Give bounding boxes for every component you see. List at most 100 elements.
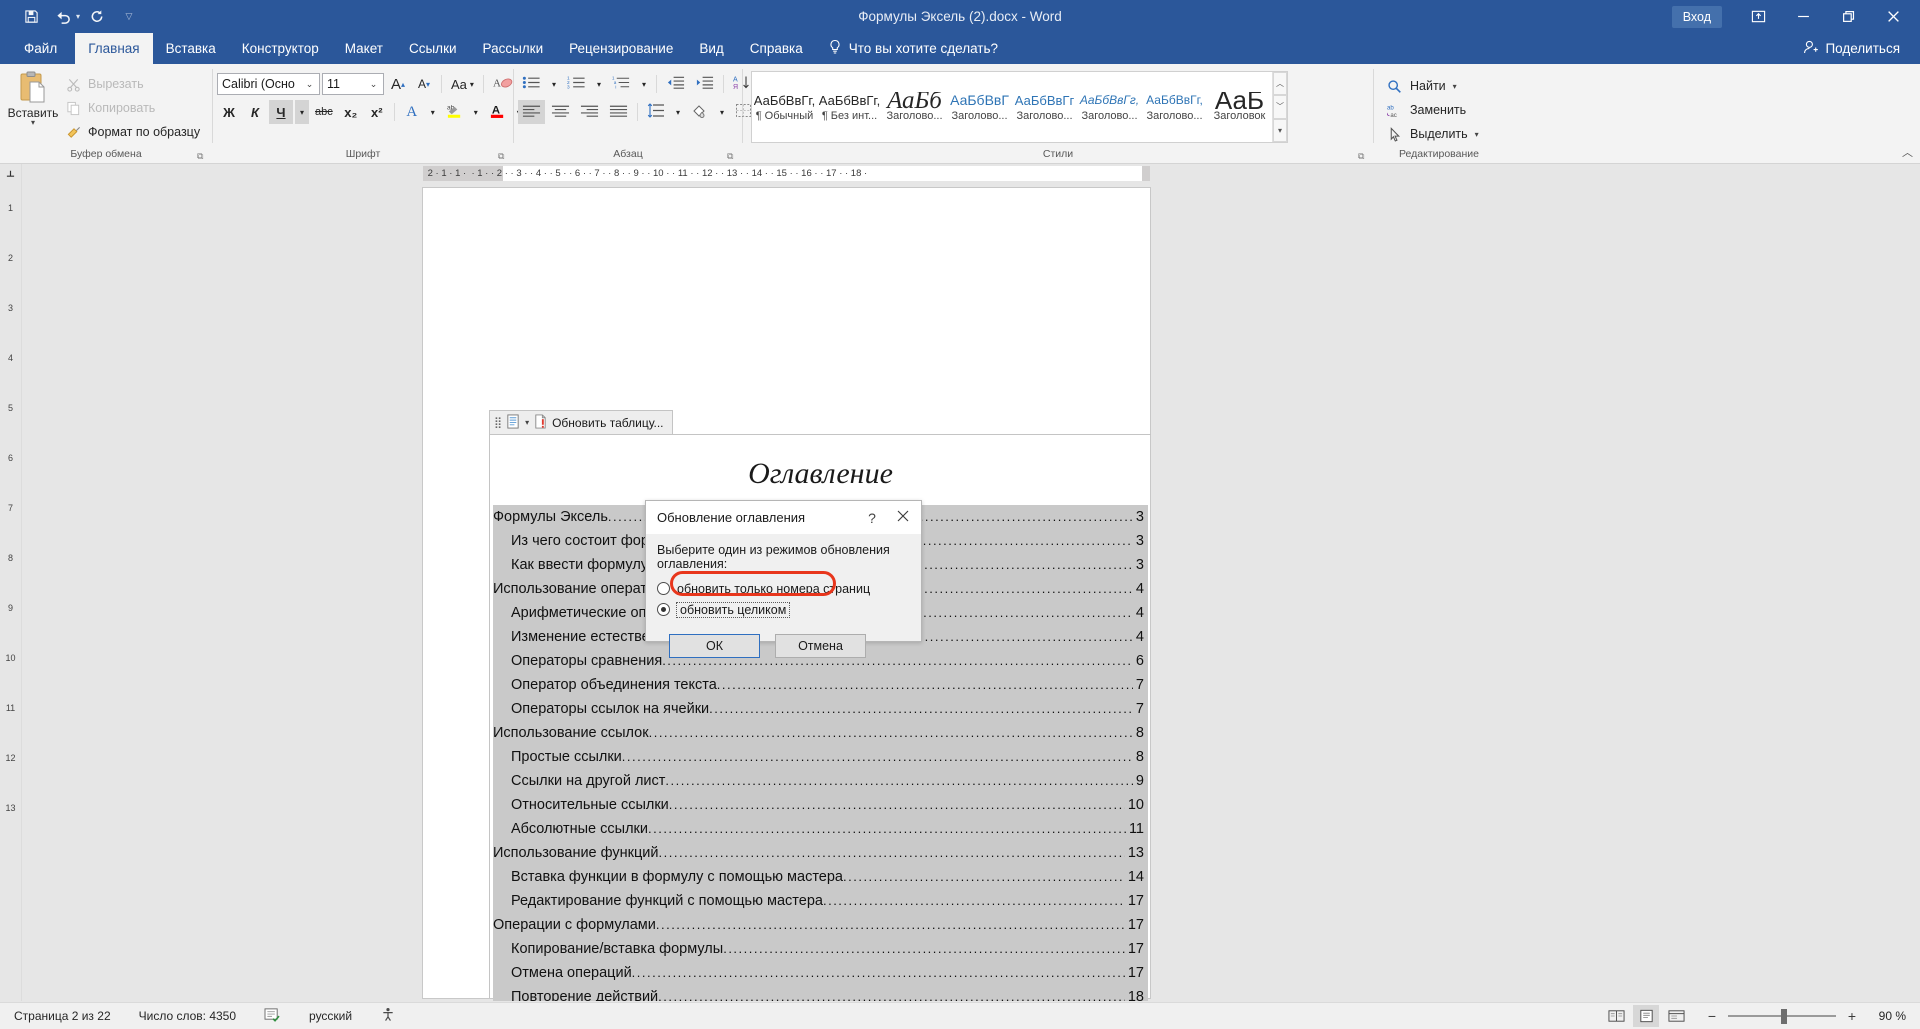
ok-button[interactable]: ОК bbox=[669, 634, 760, 658]
chevron-down-icon[interactable]: ⌄ bbox=[302, 79, 317, 90]
toc-entry[interactable]: Простые ссылки .........................… bbox=[493, 745, 1148, 769]
gallery-scroll-up-icon[interactable]: ︿ bbox=[1273, 72, 1287, 96]
numbering-button[interactable]: 123 bbox=[563, 72, 590, 96]
save-icon[interactable] bbox=[16, 4, 46, 30]
bullets-button[interactable] bbox=[518, 72, 545, 96]
web-layout-button[interactable] bbox=[1663, 1005, 1689, 1027]
ruler-measure-strip[interactable]: 2 · 1 · 1 · · 1 · · 2 · · 3 · · 4 · · 5 … bbox=[423, 166, 1150, 181]
toc-entry[interactable]: Использование функций ..................… bbox=[493, 841, 1148, 865]
toc-entry[interactable]: Копирование/вставка формулы ............… bbox=[493, 937, 1148, 961]
undo-dropdown-icon[interactable]: ▾ bbox=[76, 12, 80, 21]
shading-dropdown-icon[interactable]: ▾ bbox=[715, 100, 729, 124]
styles-gallery-scroll[interactable]: ︿ ﹀ ▾ bbox=[1272, 72, 1287, 142]
tab-design[interactable]: Конструктор bbox=[229, 33, 332, 64]
select-button[interactable]: Выделить ▾ bbox=[1378, 122, 1487, 146]
line-spacing-dropdown-icon[interactable]: ▾ bbox=[671, 100, 685, 124]
grip-icon[interactable]: ⣿ bbox=[494, 416, 502, 429]
zoom-level[interactable]: 90 % bbox=[1868, 1009, 1906, 1023]
zoom-slider-handle[interactable] bbox=[1781, 1008, 1787, 1024]
zoom-in-button[interactable]: + bbox=[1845, 1008, 1859, 1024]
chevron-down-icon[interactable]: ▾ bbox=[525, 418, 529, 427]
read-mode-button[interactable] bbox=[1603, 1005, 1629, 1027]
style-item-heading5[interactable]: АаБбВвГг, Заголово... bbox=[1142, 72, 1207, 142]
paste-dropdown-icon[interactable]: ▾ bbox=[31, 119, 35, 127]
align-right-button[interactable] bbox=[576, 100, 603, 124]
zoom-control[interactable]: − + 90 % bbox=[1693, 1008, 1906, 1024]
subscript-button[interactable]: x₂ bbox=[339, 100, 363, 124]
format-painter-button[interactable]: Формат по образцу bbox=[62, 120, 206, 144]
style-item-heading2[interactable]: АаБбВвГ Заголово... bbox=[947, 72, 1012, 142]
toc-entry[interactable]: Повторение действий ....................… bbox=[493, 985, 1148, 1001]
style-item-normal[interactable]: АаБбВвГг, ¶ Обычный bbox=[752, 72, 817, 142]
toc-entry[interactable]: Ссылки на другой лист ..................… bbox=[493, 769, 1148, 793]
minimize-icon[interactable] bbox=[1781, 0, 1826, 33]
tab-review[interactable]: Рецензирование bbox=[556, 33, 686, 64]
share-button[interactable]: Поделиться bbox=[1803, 33, 1920, 64]
chevron-down-icon[interactable]: ⌄ bbox=[366, 79, 381, 90]
highlight-button[interactable]: ab bbox=[442, 100, 467, 124]
customize-qat-icon[interactable]: ▽ bbox=[114, 4, 144, 30]
gallery-more-icon[interactable]: ▾ bbox=[1273, 118, 1287, 142]
font-color-button[interactable]: A bbox=[485, 100, 510, 124]
strikethrough-button[interactable]: abc bbox=[311, 100, 337, 124]
cut-button[interactable]: Вырезать bbox=[62, 72, 206, 96]
decrease-indent-button[interactable] bbox=[662, 72, 689, 96]
paragraph-dialog-launcher[interactable]: ⧉ bbox=[727, 151, 738, 162]
tell-me-box[interactable]: Что вы хотите сделать? bbox=[816, 33, 998, 64]
paste-button[interactable]: Вставить ▾ bbox=[4, 68, 62, 127]
font-dialog-launcher[interactable]: ⧉ bbox=[498, 151, 509, 162]
print-layout-button[interactable] bbox=[1633, 1005, 1659, 1027]
font-family-combobox[interactable]: Calibri (Осно ⌄ bbox=[217, 73, 320, 95]
align-center-button[interactable] bbox=[547, 100, 574, 124]
multilevel-list-button[interactable]: 1ai bbox=[608, 72, 635, 96]
text-effects-dropdown-icon[interactable]: ▾ bbox=[426, 100, 440, 124]
highlight-dropdown-icon[interactable]: ▾ bbox=[469, 100, 483, 124]
find-dropdown-icon[interactable]: ▾ bbox=[1453, 82, 1457, 91]
radio-button[interactable] bbox=[657, 582, 670, 595]
tab-stop-selector[interactable] bbox=[0, 164, 22, 183]
numbering-dropdown-icon[interactable]: ▾ bbox=[592, 72, 606, 96]
toc-entry[interactable]: Абсолютные ссылки ......................… bbox=[493, 817, 1148, 841]
style-item-heading4[interactable]: АаБбВвГг, Заголово... bbox=[1077, 72, 1142, 142]
page-indicator[interactable]: Страница 2 из 22 bbox=[0, 1009, 125, 1023]
toc-entry[interactable]: Использование ссылок ...................… bbox=[493, 721, 1148, 745]
ribbon-display-options-icon[interactable] bbox=[1736, 0, 1781, 33]
clipboard-dialog-launcher[interactable]: ⧉ bbox=[197, 151, 208, 162]
zoom-out-button[interactable]: − bbox=[1705, 1008, 1719, 1024]
radio-update-page-numbers[interactable]: обновить только номера страниц bbox=[657, 578, 910, 599]
tab-help[interactable]: Справка bbox=[737, 33, 816, 64]
toc-entry[interactable]: Операции с формулами ...................… bbox=[493, 913, 1148, 937]
underline-button[interactable]: Ч bbox=[269, 100, 293, 124]
restore-icon[interactable] bbox=[1826, 0, 1871, 33]
accessibility-indicator[interactable] bbox=[366, 1007, 410, 1025]
justify-button[interactable] bbox=[605, 100, 632, 124]
toc-entry[interactable]: Операторы ссылок на ячейки .............… bbox=[493, 697, 1148, 721]
close-icon[interactable] bbox=[1871, 0, 1916, 33]
tab-references[interactable]: Ссылки bbox=[396, 33, 470, 64]
underline-dropdown-icon[interactable]: ▾ bbox=[295, 100, 309, 124]
tab-mailings[interactable]: Рассылки bbox=[470, 33, 557, 64]
radio-update-entire-table[interactable]: обновить целиком bbox=[657, 599, 910, 620]
toc-control-bar[interactable]: ⣿ ▾ Обновить таблицу... bbox=[489, 410, 673, 434]
replace-button[interactable]: ab ac Заменить bbox=[1378, 98, 1487, 122]
toc-entry[interactable]: Относительные ссылки ...................… bbox=[493, 793, 1148, 817]
tab-layout[interactable]: Макет bbox=[332, 33, 396, 64]
language-indicator[interactable]: русский bbox=[295, 1009, 366, 1023]
style-item-no-spacing[interactable]: АаБбВвГг, ¶ Без инт... bbox=[817, 72, 882, 142]
toc-entry[interactable]: Оператор объединения текста ............… bbox=[493, 673, 1148, 697]
redo-icon[interactable] bbox=[82, 4, 112, 30]
multilevel-list-dropdown-icon[interactable]: ▾ bbox=[637, 72, 651, 96]
vertical-ruler[interactable]: 1 2 3 4 5 6 7 8 9 10 11 12 13 bbox=[0, 183, 22, 1001]
select-dropdown-icon[interactable]: ▾ bbox=[1475, 130, 1479, 139]
proofing-status[interactable] bbox=[250, 1007, 295, 1025]
zoom-slider[interactable] bbox=[1728, 1008, 1836, 1024]
toc-entry[interactable]: Редактирование функций с помощью мастера… bbox=[493, 889, 1148, 913]
superscript-button[interactable]: x² bbox=[365, 100, 389, 124]
toc-entry[interactable]: Вставка функции в формулу с помощью маст… bbox=[493, 865, 1148, 889]
find-button[interactable]: Найти ▾ bbox=[1378, 74, 1487, 98]
tab-home[interactable]: Главная bbox=[75, 33, 153, 64]
gallery-scroll-down-icon[interactable]: ﹀ bbox=[1273, 95, 1287, 119]
italic-button[interactable]: К bbox=[243, 100, 267, 124]
grow-font-button[interactable]: A ▴ bbox=[386, 72, 410, 96]
shading-button[interactable] bbox=[687, 100, 713, 124]
